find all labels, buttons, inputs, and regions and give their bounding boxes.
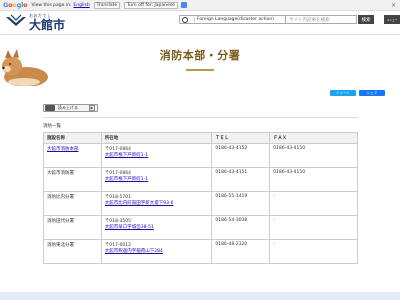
address-cell: 〒018-5701 大館市比内町扇田字新大堤下93-6 — [100, 191, 213, 216]
speaker-icon — [45, 105, 55, 111]
translate-options-icon[interactable] — [180, 2, 187, 8]
divider — [43, 117, 358, 118]
site-header: おおだてし 大館市 Foreign Language(disaster acti… — [0, 11, 400, 35]
table-row: 消防比内分署 〒018-5701 大館市比内町扇田字新大堤下93-6 0186-5… — [43, 191, 358, 216]
facility-link[interactable]: 大館市消防本部 — [47, 147, 79, 152]
play-icon: ▶ — [89, 105, 95, 111]
fire-station-table: 施設名称 所在地 ＴＥＬ ＦＡＸ 大館市消防本部 〒017-0864 大館市根下戸… — [43, 132, 358, 264]
fax-cell: - — [269, 191, 358, 216]
tweet-button[interactable]: ツイート — [330, 90, 356, 96]
city-emblem-icon — [6, 14, 26, 26]
address-link[interactable]: 大館市早口字城岱38-51 — [105, 224, 209, 230]
main-content: 読み上げる ▶ 消防一覧 施設名称 所在地 ＴＥＬ ＦＡＸ 大館市消防本部 〒0… — [43, 100, 358, 300]
menu-label: メニュー — [386, 18, 398, 22]
fax-cell: - — [269, 239, 358, 264]
logo-kanji: 大館市 — [29, 18, 66, 32]
google-logo: Google — [3, 1, 28, 9]
address-link[interactable]: 大館市比内町扇田字新大堤下93-6 — [105, 200, 209, 206]
search-button[interactable]: 検索 — [358, 15, 374, 24]
facility-cell: 消防田代分署 — [43, 215, 102, 240]
facility-cell: 消防比内分署 — [43, 191, 102, 216]
turn-off-button[interactable]: Turn off for: Japanese — [124, 1, 178, 9]
globe-icon — [182, 16, 188, 23]
address-cell: 〒017-0864 大館市根下戸新町1-1 — [100, 143, 213, 168]
page-title: 消防本部・分署 — [159, 49, 241, 62]
table-row: 消防東北分署 〒017-0012 大館市釈迦内字稲荷山下284 0186-48-2… — [43, 239, 358, 264]
tel-cell: 0186-55-1419 — [211, 191, 271, 216]
address-link[interactable]: 大館市根下戸新町1-1 — [105, 152, 209, 158]
header-facility: 施設名称 — [43, 132, 102, 144]
tel-cell: 0186-48-2320 — [211, 239, 271, 264]
address-cell: 〒018-3505 大館市早口字城岱38-51 — [100, 215, 213, 240]
view-page-in-label: View this page in: — [31, 2, 72, 8]
address-link[interactable]: 大館市釈迦内字稲荷山下284 — [105, 248, 209, 254]
read-aloud-button[interactable]: 読み上げる ▶ — [43, 104, 98, 112]
fax-cell: 0186-43-4150 — [269, 143, 358, 168]
facility-cell: 消防東北分署 — [43, 239, 102, 264]
table-header-row: 施設名称 所在地 ＴＥＬ ＦＡＸ — [43, 132, 358, 144]
share-row: ツイート シェア — [0, 90, 400, 98]
table-row: 大館市消防署 〒017-0864 大館市根下戸新町1-1 0186-43-4151… — [43, 167, 358, 192]
fax-cell: - — [269, 215, 358, 240]
fax-cell: 0186-43-4150 — [269, 167, 358, 192]
foreign-language-label: Foreign Language(disaster action) — [194, 17, 292, 22]
header-fax: ＦＡＸ — [269, 132, 358, 144]
tel-cell: 0186-43-4151 — [211, 167, 271, 192]
read-aloud-label: 読み上げる — [58, 105, 78, 110]
tel-cell: 0186-43-4152 — [211, 143, 271, 168]
footer-band — [0, 292, 400, 300]
header-address: 所在地 — [100, 132, 213, 144]
facility-cell: 大館市消防署 — [43, 167, 102, 192]
facebook-share-button[interactable]: シェア — [359, 90, 385, 96]
site-logo[interactable]: おおだてし 大館市 — [5, 13, 65, 31]
table-row: 消防田代分署 〒018-3505 大館市早口字城岱38-51 0186-54-30… — [43, 215, 358, 240]
address-link[interactable]: 大館市根下戸新町1-1 — [105, 176, 209, 182]
foreign-language-select[interactable]: Foreign Language(disaster action) ▼ — [179, 15, 298, 24]
address-cell: 〒017-0864 大館市根下戸新町1-1 — [100, 167, 213, 192]
search-input[interactable]: サイト内記事を検索 — [285, 15, 357, 24]
title-underline — [186, 69, 214, 71]
translate-button[interactable]: Translate — [93, 1, 121, 9]
address-cell: 〒017-0012 大館市釈迦内字稲荷山下284 — [100, 239, 213, 264]
menu-button[interactable]: メニュー — [384, 15, 400, 24]
facility-cell: 大館市消防本部 — [43, 143, 102, 168]
header-tel: ＴＥＬ — [211, 132, 271, 144]
tel-cell: 0186-54-3038 — [211, 215, 271, 240]
page-banner: 消防本部・分署 — [0, 36, 400, 86]
language-select[interactable]: English — [73, 3, 89, 8]
close-icon[interactable]: × — [391, 2, 396, 9]
section-title: 消防一覧 — [43, 124, 61, 129]
translate-bar: Google View this page in: English Transl… — [0, 0, 400, 11]
table-row: 大館市消防本部 〒017-0864 大館市根下戸新町1-1 0186-43-415… — [43, 143, 358, 168]
